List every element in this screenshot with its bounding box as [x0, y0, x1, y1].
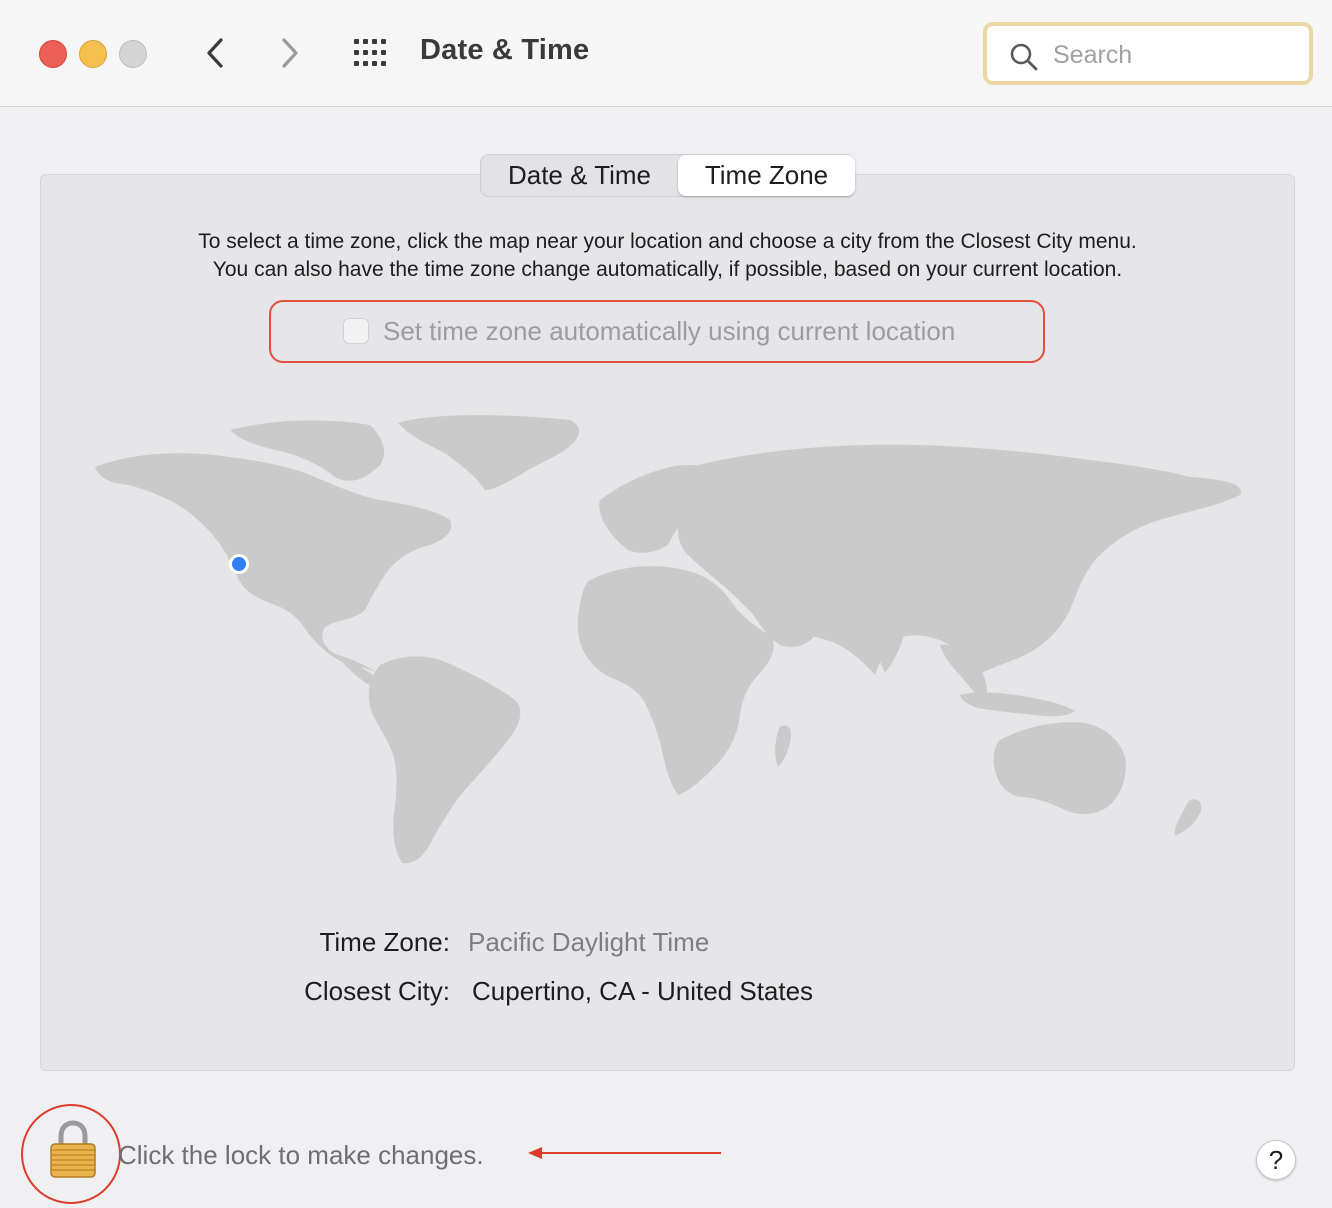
minimize-icon[interactable] [79, 40, 107, 68]
grid-icon [354, 39, 386, 66]
tab-date-time[interactable]: Date & Time [481, 155, 678, 196]
north-america-shape [95, 453, 452, 675]
search-icon [1010, 43, 1038, 71]
help-button[interactable]: ? [1256, 1140, 1296, 1180]
timezone-value: Pacific Daylight Time [468, 927, 710, 957]
zoom-icon[interactable] [119, 40, 147, 68]
auto-timezone-label: Set time zone automatically using curren… [383, 316, 956, 346]
preferences-window: Date & Time Search Date & Time Time Zone… [0, 0, 1332, 1208]
forward-button[interactable] [270, 32, 310, 74]
instructions-line-2: You can also have the time zone change a… [212, 258, 1123, 281]
annotation-arrow [528, 1147, 721, 1159]
search-field[interactable]: Search [983, 22, 1313, 85]
close-icon[interactable] [39, 40, 67, 68]
show-all-button[interactable] [352, 37, 392, 69]
tab-bar: Date & Time Time Zone [480, 154, 855, 197]
auto-timezone-option: Set time zone automatically using curren… [269, 300, 1045, 363]
tab-time-zone[interactable]: Time Zone [678, 155, 855, 196]
window-title: Date & Time [420, 34, 590, 66]
south-america-shape [368, 656, 521, 864]
auto-timezone-checkbox[interactable] [343, 318, 369, 344]
chevron-right-icon [282, 38, 298, 68]
world-map[interactable] [80, 405, 1255, 875]
location-dot-icon[interactable] [229, 554, 249, 574]
lock-message: Click the lock to make changes. [118, 1140, 484, 1170]
closest-city-label: Closest City: [304, 976, 450, 1006]
search-input[interactable]: Search [1053, 41, 1132, 70]
greenland-shape [398, 415, 580, 490]
new-zealand-shape [1174, 799, 1202, 835]
timezone-label: Time Zone: [319, 927, 450, 957]
chevron-left-icon [207, 38, 223, 68]
title-bar: Date & Time Search [0, 0, 1332, 107]
instructions: To select a time zone, click the map nea… [60, 228, 1275, 284]
back-button[interactable] [195, 32, 235, 74]
lock-icon[interactable] [47, 1120, 99, 1180]
instructions-line-1: To select a time zone, click the map nea… [198, 230, 1137, 253]
madagascar-shape [775, 725, 792, 767]
indonesia-shape [960, 692, 1075, 717]
australia-shape [993, 722, 1126, 815]
closest-city-popup[interactable]: Cupertino, CA - United States [472, 976, 813, 1007]
